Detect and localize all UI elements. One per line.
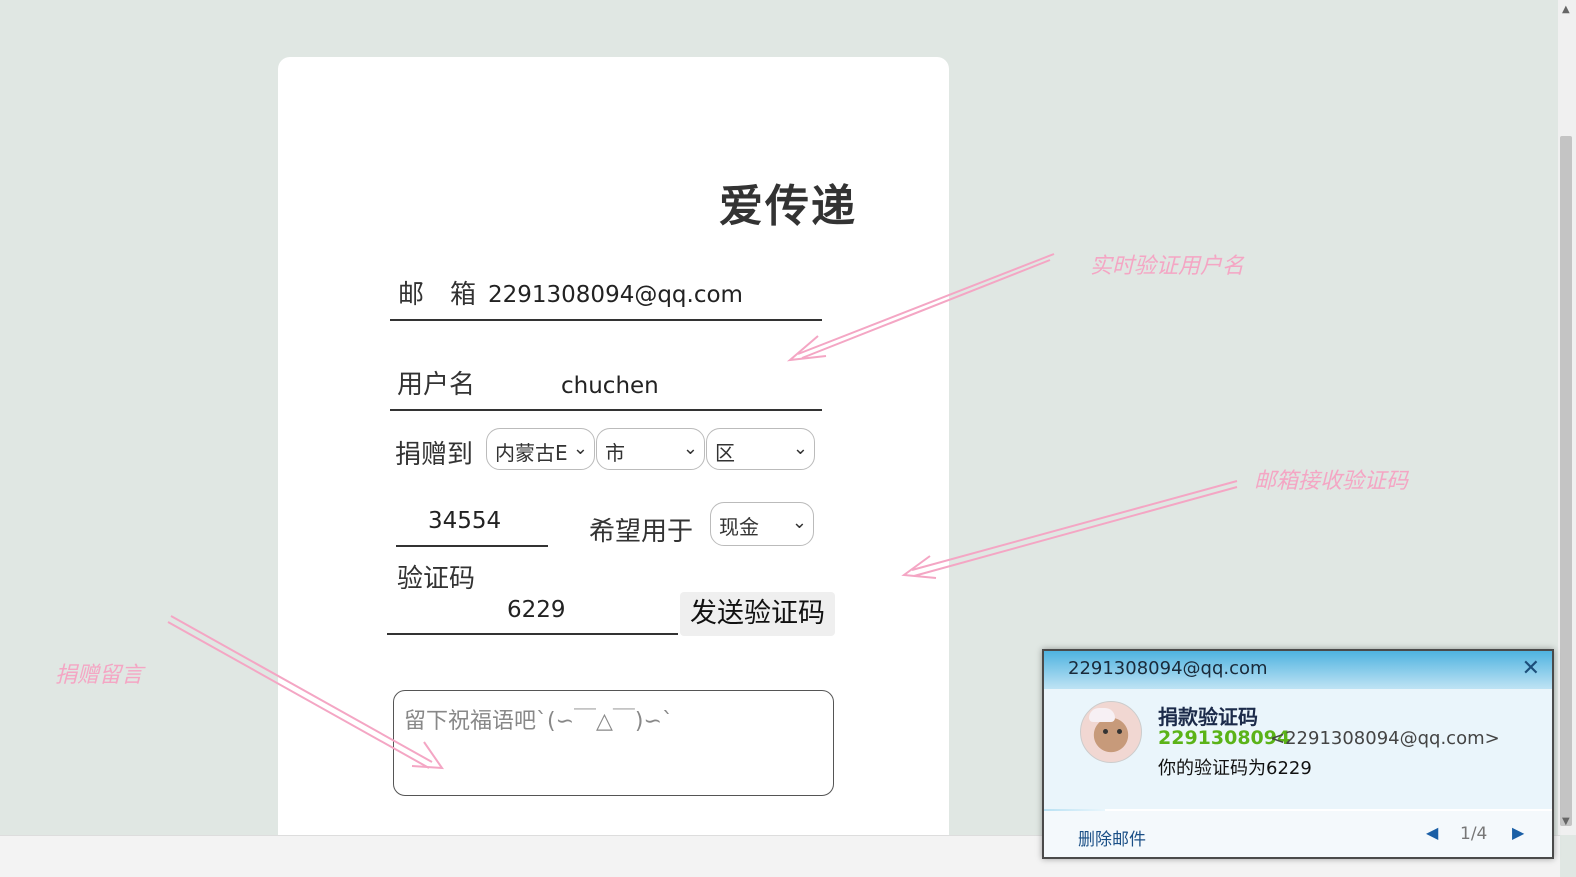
next-icon[interactable]: ▶ — [1512, 823, 1524, 842]
scrollbar-thumb[interactable] — [1560, 136, 1572, 826]
close-icon[interactable]: ✕ — [1522, 656, 1540, 681]
notification-body: 你的验证码为6229 — [1158, 758, 1312, 779]
delete-mail-button[interactable]: 删除邮件 — [1078, 825, 1146, 850]
notification-sender-address: <2291308094@qq.com> — [1270, 728, 1500, 749]
previous-icon[interactable]: ◀ — [1426, 823, 1438, 842]
notification-page-indicator: 1/4 — [1460, 824, 1488, 844]
scroll-up-icon[interactable]: ▲ — [1562, 4, 1570, 15]
arrow-email-code — [901, 480, 1238, 579]
notification-account: 2291308094@qq.com — [1068, 658, 1268, 679]
notification-subject[interactable]: 捐款验证码 — [1158, 701, 1258, 730]
notification-header: 2291308094@qq.com ✕ — [1044, 651, 1552, 689]
scroll-down-icon[interactable]: ▼ — [1562, 816, 1570, 827]
arrow-realtime-username — [786, 253, 1055, 362]
mail-notification[interactable]: 2291308094@qq.com ✕ 捐款验证码 2291308094 <22… — [1042, 649, 1554, 859]
arrow-donation-message — [167, 615, 445, 770]
avatar — [1080, 701, 1142, 763]
notification-footer: 删除邮件 ◀ 1/4 ▶ — [1044, 811, 1552, 857]
